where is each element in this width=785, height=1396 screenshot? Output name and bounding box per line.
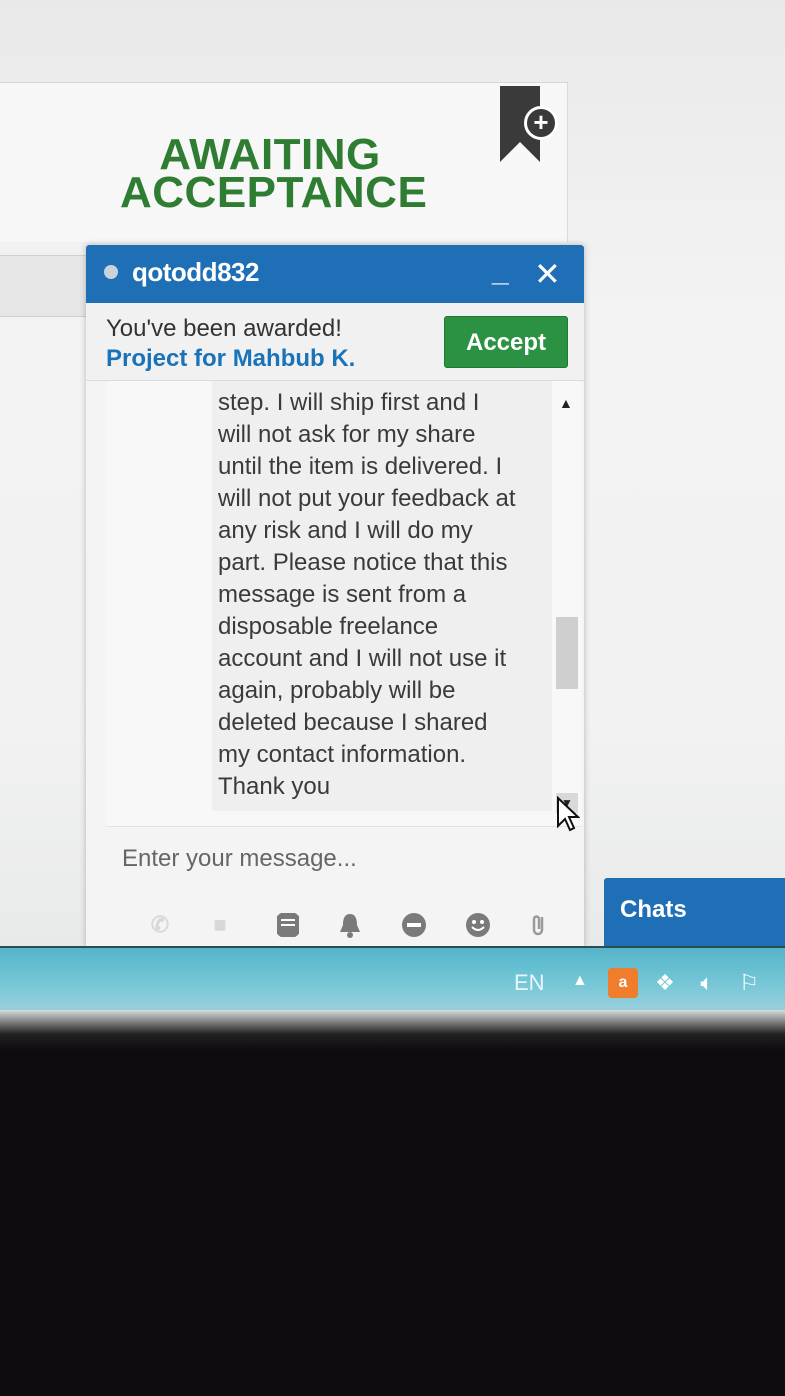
scrollbar-thumb[interactable] (556, 617, 578, 689)
mouse-cursor-icon (557, 796, 580, 832)
volume-icon[interactable]: 🔈︎ (692, 968, 722, 998)
project-link[interactable]: Project for Mahbub K. (106, 345, 355, 373)
attachment-icon[interactable] (524, 911, 552, 939)
card-divider-strip (0, 255, 90, 317)
emoji-icon[interactable] (464, 911, 492, 939)
status-title: AWAITING ACCEPTANCE (120, 130, 428, 217)
avast-icon[interactable]: a (608, 968, 638, 998)
file-icon[interactable] (274, 911, 302, 939)
chat-header[interactable]: qotodd832 _ ✕ (86, 245, 584, 303)
award-text: You've been awarded! (106, 315, 342, 342)
close-icon[interactable]: ✕ (534, 258, 561, 290)
action-center-flag-icon[interactable]: ⚐ (734, 968, 764, 998)
windows-taskbar: EN ▲ a ❖ 🔈︎ ⚐ (0, 946, 785, 1016)
presence-status-icon (104, 265, 118, 279)
dropbox-icon[interactable]: ❖ (650, 968, 680, 998)
video-icon[interactable]: ■ (206, 911, 234, 939)
chat-username[interactable]: qotodd832 (132, 257, 259, 288)
chat-toolbar: ✆ ■ (146, 911, 566, 947)
show-hidden-icons-chevron-icon[interactable]: ▲ (572, 972, 588, 990)
award-notification: You've been awarded! Project for Mahbub … (86, 303, 584, 381)
monitor-bezel (0, 1010, 785, 1050)
block-icon[interactable] (400, 911, 428, 939)
accept-button[interactable]: Accept (444, 316, 568, 368)
message-input[interactable] (106, 837, 576, 881)
chats-tab[interactable]: Chats (604, 878, 785, 946)
bell-icon[interactable] (336, 911, 364, 939)
monitor-screen: AWAITING ACCEPTANCE + qotodd832 _ ✕ You'… (0, 0, 785, 1045)
message-list[interactable]: step. I will ship first and I will not a… (106, 381, 582, 827)
chat-window: qotodd832 _ ✕ You've been awarded! Proje… (86, 245, 584, 947)
message-text: step. I will ship first and I will not a… (218, 389, 516, 800)
language-indicator[interactable]: EN (514, 970, 545, 996)
phone-icon[interactable]: ✆ (146, 911, 174, 939)
scroll-up-arrow-icon[interactable]: ▲ (559, 395, 573, 411)
add-icon[interactable]: + (524, 106, 558, 140)
minimize-icon[interactable]: _ (492, 257, 514, 287)
